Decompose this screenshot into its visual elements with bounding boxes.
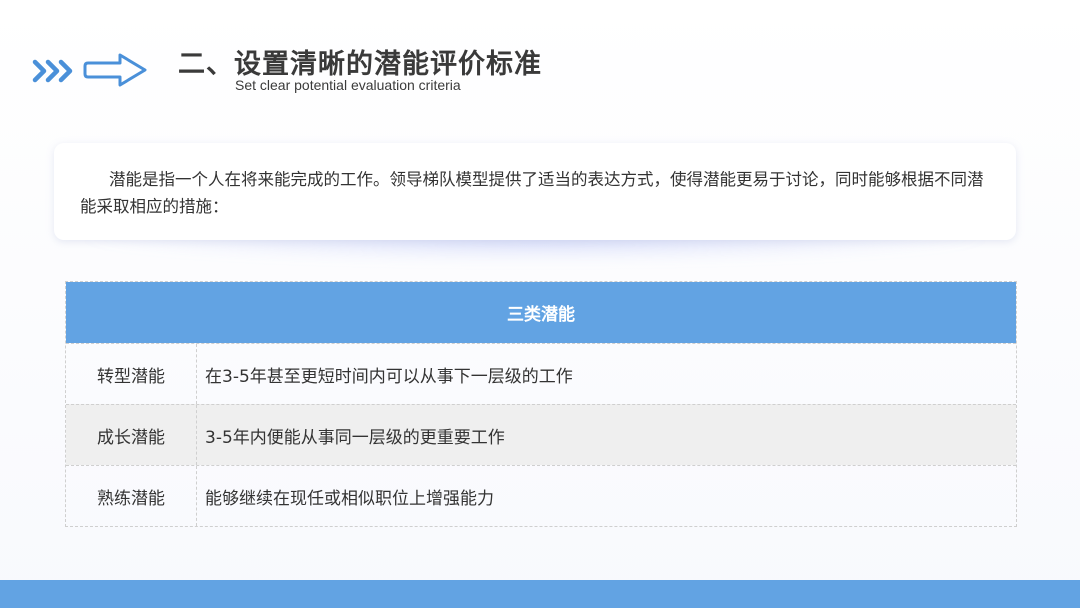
table-row: 成长潜能 3-5年内便能从事同一层级的更重要工作 xyxy=(66,404,1016,465)
page-title: 二、设置清晰的潜能评价标准 xyxy=(178,49,542,80)
table-row: 熟练潜能 能够继续在现任或相似职位上增强能力 xyxy=(66,465,1016,526)
footer-bar xyxy=(0,580,1080,608)
intro-text: 潜能是指一个人在将来能完成的工作。领导梯队模型提供了适当的表达方式，使得潜能更易… xyxy=(80,170,984,216)
page-subtitle: Set clear potential evaluation criteria xyxy=(235,77,461,93)
row-name: 转型潜能 xyxy=(66,344,197,404)
row-description: 能够继续在现任或相似职位上增强能力 xyxy=(205,488,494,509)
outline-arrow-right-icon xyxy=(83,53,147,87)
row-description: 在3-5年甚至更短时间内可以从事下一层级的工作 xyxy=(205,366,573,387)
table-header: 三类潜能 xyxy=(66,282,1016,343)
double-chevron-right-icon xyxy=(32,59,73,83)
row-name: 成长潜能 xyxy=(66,405,197,465)
potential-table: 三类潜能 转型潜能 在3-5年甚至更短时间内可以从事下一层级的工作 成长潜能 3… xyxy=(65,281,1017,527)
row-description: 3-5年内便能从事同一层级的更重要工作 xyxy=(205,427,505,448)
table-row: 转型潜能 在3-5年甚至更短时间内可以从事下一层级的工作 xyxy=(66,343,1016,404)
slide: 二、设置清晰的潜能评价标准 Set clear potential evalua… xyxy=(0,0,1080,608)
row-name: 熟练潜能 xyxy=(66,466,197,526)
